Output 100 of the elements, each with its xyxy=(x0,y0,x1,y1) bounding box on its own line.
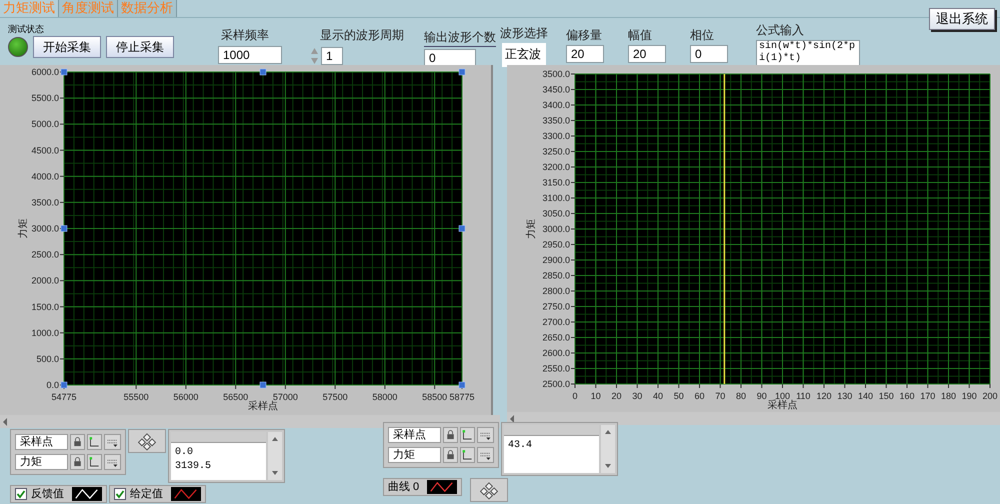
axis-title: 力矩 xyxy=(526,219,537,239)
value-field[interactable]: 0 xyxy=(690,45,728,63)
tick-label: 54775 xyxy=(51,392,77,402)
scale-name-field[interactable]: 力矩 xyxy=(388,447,441,463)
value-field[interactable]: 20 xyxy=(628,45,666,63)
tick-label: 190 xyxy=(962,391,977,401)
tick-label: 2600.0 xyxy=(542,348,570,358)
diamond-icon xyxy=(136,432,158,450)
action-button[interactable]: 停止采集 xyxy=(106,36,174,58)
tick-label: 56000 xyxy=(173,392,198,402)
tick-label: 3500.0 xyxy=(31,197,59,208)
tick-label: 0 xyxy=(572,391,578,401)
check-icon xyxy=(115,489,125,499)
tick-label: 3200.0 xyxy=(542,162,570,172)
autoscale-icon[interactable] xyxy=(460,427,476,443)
tick-label: 2750.0 xyxy=(542,302,570,312)
line-style-icon[interactable] xyxy=(72,487,102,501)
tick-label: 3400.0 xyxy=(542,100,570,110)
tick-label: 3450.0 xyxy=(542,84,570,94)
tick-label: 2900.0 xyxy=(542,255,570,265)
lock-icon[interactable] xyxy=(442,427,458,443)
axis-title: 力矩 xyxy=(18,218,29,238)
tick-label: 3000.0 xyxy=(31,224,59,234)
autoscale-icon[interactable] xyxy=(87,454,102,470)
lock-icon[interactable] xyxy=(442,447,458,463)
waveform-selector[interactable]: 正玄波 xyxy=(502,43,546,67)
field-label: 输出波形个数 xyxy=(424,28,496,47)
cursor-handle-icon[interactable] xyxy=(458,382,466,388)
tick-label: 4000.0 xyxy=(31,171,59,182)
tick-label: 90 xyxy=(756,391,767,401)
field-label: 波形选择 xyxy=(500,25,548,42)
cursor-handle-icon[interactable] xyxy=(60,382,68,388)
tick-label: 500.0 xyxy=(36,354,59,364)
checkbox[interactable] xyxy=(114,488,126,500)
autoscale-icon[interactable] xyxy=(460,447,476,463)
tick-label: 0.0 xyxy=(46,380,59,390)
value-field[interactable]: 20 xyxy=(566,45,604,63)
lock-icon[interactable] xyxy=(70,434,85,450)
format-menu-icon[interactable] xyxy=(477,427,494,443)
tick-label: 2500.0 xyxy=(31,250,59,260)
tick-label: 5000.0 xyxy=(31,119,59,130)
field-label: 偏移量 xyxy=(566,27,603,44)
diamond-icon xyxy=(478,480,500,500)
tick-label: 150 xyxy=(878,391,894,401)
tick-label: 20 xyxy=(612,391,622,401)
format-menu-icon[interactable] xyxy=(104,454,121,470)
tick-label: 40 xyxy=(653,391,663,401)
tick-label: 2550.0 xyxy=(542,364,570,374)
formula-field[interactable]: sin(w*t)*sin(2*pi(1)*t) xyxy=(756,40,860,67)
value-field[interactable]: 1000 xyxy=(218,46,282,64)
axis-title: 采样点 xyxy=(768,400,798,411)
format-menu-icon[interactable] xyxy=(477,447,494,463)
tick-label: 3350.0 xyxy=(542,116,570,126)
tick-label: 2800.0 xyxy=(542,286,570,296)
tick-label: 60 xyxy=(694,391,704,401)
tick-label: 3150.0 xyxy=(542,178,570,188)
scrollbar[interactable] xyxy=(507,412,1000,425)
tick-label: 110 xyxy=(796,391,810,401)
autoscale-icon[interactable] xyxy=(87,434,102,450)
tick-label: 1000.0 xyxy=(31,328,59,338)
exit-button[interactable]: 退出系统 xyxy=(929,8,995,30)
cursor-handle-icon[interactable] xyxy=(260,68,266,76)
tick-label: 130 xyxy=(837,391,852,401)
tick-label: 2700.0 xyxy=(542,317,570,327)
value-field[interactable]: 1 xyxy=(321,47,343,65)
cursor-handle-icon[interactable] xyxy=(458,225,466,232)
cursor-handle-icon[interactable] xyxy=(458,68,466,76)
field-label: 公式输入 xyxy=(756,22,805,39)
scale-name-field[interactable]: 力矩 xyxy=(15,454,68,470)
tick-label: 3500.0 xyxy=(542,69,570,79)
field-label: 显示的波形周期 xyxy=(319,27,404,44)
field-label: 相位 xyxy=(690,27,715,44)
graph-palette-button[interactable] xyxy=(128,429,166,453)
cursor-handle-icon[interactable] xyxy=(60,225,68,232)
plot-legend-item[interactable]: 曲线 0 xyxy=(383,478,462,496)
cursor-handle-icon[interactable] xyxy=(60,68,68,76)
field-label: 幅值 xyxy=(628,27,653,44)
check-icon xyxy=(16,489,26,499)
format-menu-icon[interactable] xyxy=(104,434,121,450)
tick-label: 2000.0 xyxy=(31,276,59,286)
tick-label: 3100.0 xyxy=(542,193,570,203)
cursor-handle-icon[interactable] xyxy=(260,382,266,388)
tick-label: 120 xyxy=(816,391,832,401)
tick-label: 57500 xyxy=(322,392,348,402)
scale-name-field[interactable]: 采样点 xyxy=(15,434,68,450)
tick-label: 180 xyxy=(940,391,956,401)
plot-legend-item[interactable]: 反馈值 xyxy=(10,485,107,503)
cursor-line[interactable] xyxy=(724,74,726,384)
tick-label: 56500 xyxy=(223,392,248,402)
tick-label: 58500 xyxy=(422,392,448,402)
tick-label: 140 xyxy=(858,391,874,401)
lock-icon[interactable] xyxy=(70,454,85,470)
tick-label: 2650.0 xyxy=(542,332,570,342)
tick-label: 160 xyxy=(899,391,915,401)
action-button[interactable]: 开始采集 xyxy=(33,36,101,58)
graph-palette-button[interactable] xyxy=(470,478,508,502)
scale-name-field[interactable]: 采样点 xyxy=(388,427,441,443)
tick-label: 30 xyxy=(632,391,642,401)
checkbox[interactable] xyxy=(15,488,27,500)
plot-legend-item[interactable]: 给定值 xyxy=(109,485,206,503)
